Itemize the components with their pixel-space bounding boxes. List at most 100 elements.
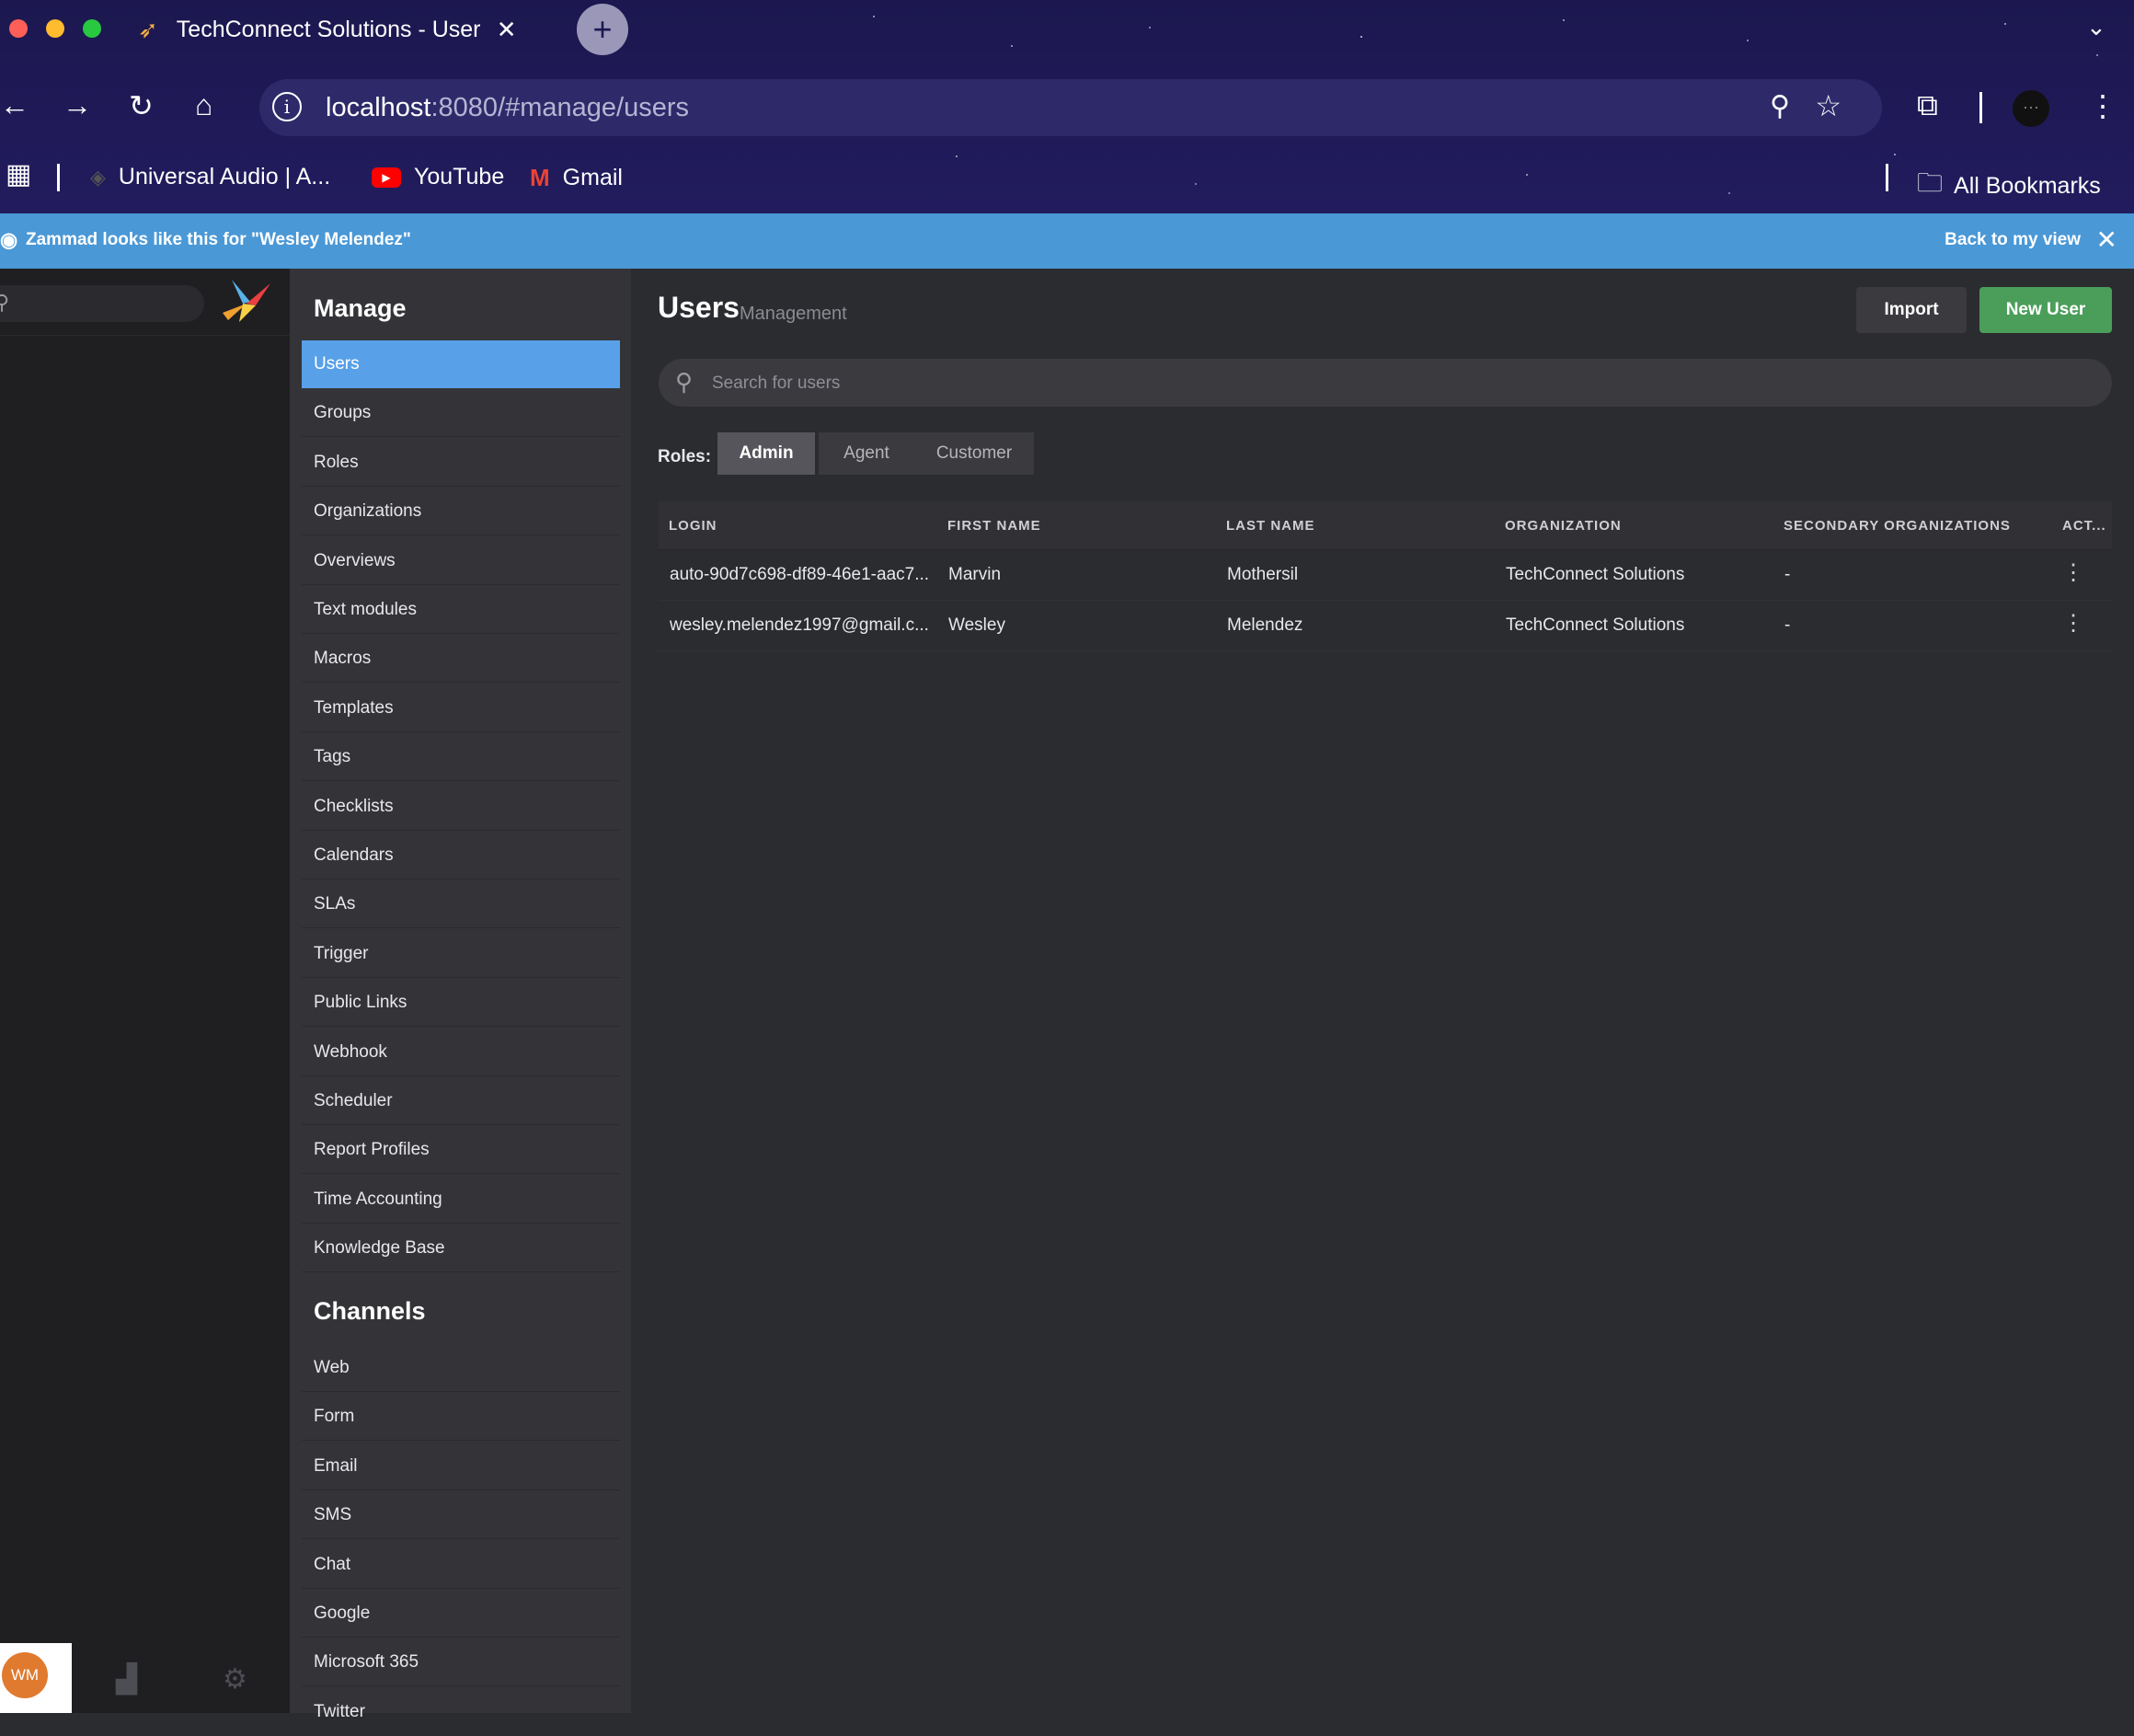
sidebar-item-roles[interactable]: Roles: [302, 439, 620, 487]
reload-icon[interactable]: ↻: [129, 88, 154, 123]
site-info-icon[interactable]: i: [272, 92, 302, 121]
column-last-name[interactable]: LAST NAME: [1226, 518, 1315, 534]
table-row[interactable]: wesley.melendez1997@gmail.c... Wesley Me…: [659, 601, 2112, 651]
address-bar[interactable]: i localhost:8080/#manage/users ⚲ ☆: [259, 79, 1882, 136]
manage-section-title: Manage: [314, 294, 407, 322]
column-login[interactable]: LOGIN: [669, 518, 717, 534]
cell-organization[interactable]: TechConnect Solutions: [1506, 615, 1684, 636]
gmail-icon: M: [530, 164, 550, 191]
sidebar-item-form[interactable]: Form: [302, 1393, 620, 1442]
close-banner-icon[interactable]: ✕: [2096, 224, 2117, 255]
youtube-icon: ▶: [372, 167, 401, 188]
zammad-logo-icon[interactable]: [219, 276, 274, 326]
row-actions-icon[interactable]: ⋮: [2062, 610, 2084, 637]
zoom-icon[interactable]: ⚲: [1770, 90, 1790, 122]
folder-icon: 🗀: [1917, 168, 1944, 197]
nav-divider: [0, 335, 290, 336]
cell-secondary-organizations: -: [1784, 565, 1791, 584]
extensions-icon[interactable]: ⧉: [1917, 88, 1938, 123]
browser-menu-icon[interactable]: ⋮: [2088, 88, 2117, 123]
tab-title: TechConnect Solutions - Users: [176, 16, 480, 42]
tab-search-chevron-icon[interactable]: ⌄: [2086, 13, 2106, 41]
sidebar-item-knowledge-base[interactable]: Knowledge Base: [302, 1224, 620, 1273]
toolbar-divider: [1979, 92, 1982, 123]
sidebar-item-chat[interactable]: Chat: [302, 1541, 620, 1589]
bookmark-gmail[interactable]: M Gmail: [530, 164, 623, 192]
sidebar-item-macros[interactable]: Macros: [302, 635, 620, 684]
sidebar-item-groups[interactable]: Groups: [302, 389, 620, 438]
avatar[interactable]: WM: [2, 1652, 48, 1698]
sidebar-item-email[interactable]: Email: [302, 1443, 620, 1490]
close-tab-icon[interactable]: ✕: [497, 16, 517, 44]
sidebar-item-text-modules[interactable]: Text modules: [302, 586, 620, 634]
cell-organization[interactable]: TechConnect Solutions: [1506, 565, 1684, 585]
column-secondary-organizations[interactable]: SECONDARY ORGANIZATIONS: [1784, 518, 2011, 534]
close-window-button[interactable]: [9, 19, 28, 38]
sidebar-item-tags[interactable]: Tags: [302, 733, 620, 782]
table-row[interactable]: auto-90d7c698-df89-46e1-aac7... Marvin M…: [659, 550, 2112, 601]
app-navigation: [0, 269, 290, 1713]
sidebar-item-sms[interactable]: SMS: [302, 1491, 620, 1540]
sidebar-item-webhook[interactable]: Webhook: [302, 1029, 620, 1076]
global-search-input[interactable]: ⚲: [0, 285, 204, 322]
sidebar-item-organizations[interactable]: Organizations: [302, 488, 620, 536]
bookmark-universal-audio[interactable]: ◈ Universal Audio | A...: [90, 164, 330, 190]
bookmark-youtube[interactable]: ▶ YouTube: [372, 164, 504, 190]
row-actions-icon[interactable]: ⋮: [2062, 559, 2084, 586]
profile-avatar[interactable]: ···: [2013, 90, 2049, 127]
cell-first-name: Wesley: [948, 615, 1005, 635]
sidebar-item-overviews[interactable]: Overviews: [302, 537, 620, 585]
sidebar-item-slas[interactable]: SLAs: [302, 880, 620, 929]
sidebar-item-web[interactable]: Web: [302, 1344, 620, 1392]
roles-label: Roles:: [658, 447, 712, 466]
sidebar-item-google[interactable]: Google: [302, 1590, 620, 1638]
cell-login[interactable]: auto-90d7c698-df89-46e1-aac7...: [670, 565, 936, 585]
cell-login[interactable]: wesley.melendez1997@gmail.c...: [670, 615, 936, 636]
browser-tab[interactable]: ➶ TechConnect Solutions - Users ✕: [138, 7, 561, 52]
sidebar-item-twitter[interactable]: Twitter: [302, 1688, 620, 1736]
universal-audio-icon: ◈: [90, 165, 106, 189]
table-header: LOGIN FIRST NAME LAST NAME ORGANIZATION …: [659, 501, 2112, 550]
bookmark-star-icon[interactable]: ☆: [1815, 88, 1841, 123]
sidebar-item-trigger[interactable]: Trigger: [302, 930, 620, 978]
sidebar-item-users[interactable]: Users: [302, 340, 620, 388]
channels-section-title: Channels: [314, 1297, 426, 1325]
apps-grid-icon[interactable]: ▦: [6, 158, 31, 190]
back-to-my-view-link[interactable]: Back to my view: [1945, 230, 2081, 250]
all-bookmarks[interactable]: 🗀 All Bookmarks: [1917, 164, 2101, 208]
new-user-button[interactable]: New User: [1979, 287, 2112, 333]
home-icon[interactable]: ⌂: [195, 88, 212, 122]
sidebar-item-calendars[interactable]: Calendars: [302, 832, 620, 879]
search-input[interactable]: [710, 366, 2075, 401]
sidebar-item-templates[interactable]: Templates: [302, 684, 620, 732]
forward-icon[interactable]: →: [63, 88, 92, 122]
user-avatar-area[interactable]: WM: [0, 1643, 72, 1713]
column-first-name[interactable]: FIRST NAME: [947, 518, 1041, 534]
cell-secondary-organizations: -: [1784, 615, 1791, 635]
back-icon[interactable]: ←: [0, 88, 29, 122]
column-organization[interactable]: ORGANIZATION: [1505, 518, 1622, 534]
cell-last-name: Melendez: [1227, 615, 1303, 635]
maximize-window-button[interactable]: [83, 19, 101, 38]
import-button[interactable]: Import: [1856, 287, 1967, 333]
minimize-window-button[interactable]: [46, 19, 64, 38]
admin-gear-icon[interactable]: ⚙: [223, 1663, 247, 1696]
sidebar-item-report-profiles[interactable]: Report Profiles: [302, 1126, 620, 1175]
role-filter-agent[interactable]: Agent: [819, 432, 914, 475]
bookmark-divider: [1886, 164, 1888, 191]
role-filter-admin[interactable]: Admin: [717, 432, 815, 475]
sidebar-item-public-links[interactable]: Public Links: [302, 979, 620, 1028]
reports-icon[interactable]: ▟: [116, 1663, 137, 1696]
sidebar-item-time-accounting[interactable]: Time Accounting: [302, 1176, 620, 1224]
url-text[interactable]: localhost:8080/#manage/users: [326, 93, 689, 123]
sidebar-item-microsoft-365[interactable]: Microsoft 365: [302, 1638, 620, 1687]
sidebar-item-checklists[interactable]: Checklists: [302, 783, 620, 831]
new-tab-button[interactable]: +: [577, 4, 628, 55]
banner-text: Zammad looks like this for "Wesley Melen…: [26, 230, 411, 249]
page-subtitle: Management: [740, 304, 847, 324]
cell-last-name: Mothersil: [1227, 565, 1299, 584]
sidebar-item-scheduler[interactable]: Scheduler: [302, 1077, 620, 1125]
column-actions: ACT...: [2062, 518, 2106, 534]
role-filter-customer[interactable]: Customer: [914, 432, 1034, 475]
page-title: Users: [658, 291, 740, 324]
